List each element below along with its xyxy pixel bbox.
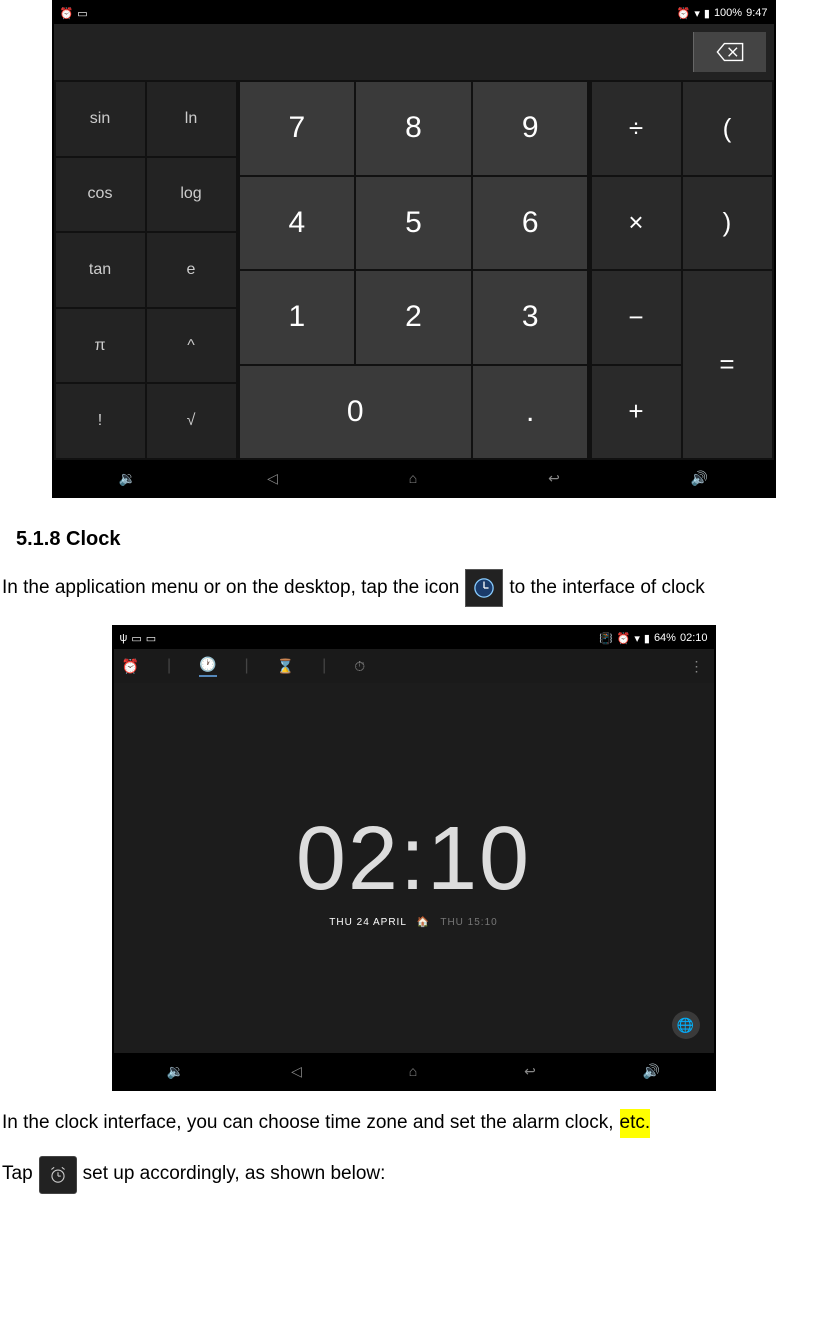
alarm-tab-icon[interactable]: ⏰ [122, 658, 139, 675]
nav-bar: 🔉 ◁ ⌂ ↩ 🔊 [54, 460, 774, 496]
secondary-time: THU 15:10 [440, 917, 497, 928]
clock-nav-bar: 🔉 ◁ ⌂ ↩ 🔊 [114, 1053, 714, 1089]
volume-down-icon[interactable]: 🔉 [119, 470, 136, 487]
sqrt-button[interactable]: √ [147, 384, 236, 458]
sd-icon: ▭ [131, 632, 141, 645]
para3-text-b: set up accordingly, as shown below: [83, 1160, 386, 1189]
clock-main: 02:10 THU 24 APRIL 🏠 THU 15:10 🌐 [114, 683, 714, 1053]
para2-highlight: etc. [620, 1109, 651, 1138]
menu-icon[interactable]: ⋮ [690, 658, 704, 675]
paragraph-3: Tap set up accordingly, as shown below: [2, 1156, 825, 1194]
power-button[interactable]: ^ [147, 309, 236, 383]
volume-up-icon[interactable]: 🔊 [643, 1063, 660, 1080]
status-time: 9:47 [746, 7, 767, 19]
paragraph-2: In the clock interface, you can choose t… [2, 1109, 825, 1138]
digit-7[interactable]: 7 [240, 82, 355, 175]
stopwatch-tab-icon[interactable]: ⏱ [354, 658, 365, 675]
divide-button[interactable]: ÷ [592, 82, 681, 175]
e-button[interactable]: e [147, 233, 236, 307]
home-nav-icon[interactable]: ⌂ [409, 470, 417, 486]
sin-button[interactable]: sin [56, 82, 145, 156]
subtract-button[interactable]: − [592, 271, 681, 364]
para2-text: In the clock interface, you can choose t… [2, 1109, 614, 1138]
decimal-point[interactable]: . [473, 366, 588, 459]
digit-6[interactable]: 6 [473, 177, 588, 270]
log-button[interactable]: log [147, 158, 236, 232]
recent-nav-icon[interactable]: ↩ [548, 470, 560, 487]
volume-up-icon[interactable]: 🔊 [691, 470, 708, 487]
clock-big-time: 02:10 [296, 808, 531, 911]
recent-nav-icon[interactable]: ↩ [524, 1063, 536, 1080]
factorial-button[interactable]: ! [56, 384, 145, 458]
alarm-status-icon: ⏰ [60, 7, 74, 20]
vibrate-icon: 📳 [599, 632, 613, 645]
clock-status-bar: ψ ▭ ▭ 📳 ⏰ ▾ ▮ 64% 02:10 [114, 627, 714, 649]
digit-2[interactable]: 2 [356, 271, 471, 364]
battery-icon: ▮ [644, 632, 650, 645]
cos-button[interactable]: cos [56, 158, 145, 232]
para1-text-b: to the interface of clock [509, 574, 704, 603]
wifi-icon: ▾ [634, 632, 640, 645]
digit-0[interactable]: 0 [240, 366, 471, 459]
battery-percent: 64% [654, 632, 676, 644]
back-nav-icon[interactable]: ◁ [291, 1063, 302, 1080]
clock-app-icon [465, 569, 503, 607]
world-clock-button[interactable]: 🌐 [672, 1011, 700, 1039]
battery-icon: ▮ [704, 7, 710, 20]
ln-button[interactable]: ln [147, 82, 236, 156]
backspace-button[interactable] [693, 32, 766, 72]
digit-9[interactable]: 9 [473, 82, 588, 175]
wifi-icon: ▾ [694, 7, 700, 20]
left-paren-button[interactable]: ( [683, 82, 772, 175]
status-bar: ⏰ ▭ ⏰ ▾ ▮ 100% 9:47 [54, 2, 774, 24]
tan-button[interactable]: tan [56, 233, 145, 307]
calculator-screenshot: ⏰ ▭ ⏰ ▾ ▮ 100% 9:47 sin ln cos log tan [52, 0, 776, 498]
para1-text-a: In the application menu or on the deskto… [2, 574, 459, 603]
notification-icon: ▭ [146, 632, 156, 645]
timer-tab-icon[interactable]: ⌛ [277, 658, 294, 675]
clock-screenshot: ψ ▭ ▭ 📳 ⏰ ▾ ▮ 64% 02:10 ⏰ | 🕐 | ⌛ | ⏱ ⋮ [112, 625, 716, 1091]
usb-icon: ψ [120, 632, 128, 644]
clock-tab-icon[interactable]: 🕐 [199, 656, 216, 677]
digit-4[interactable]: 4 [240, 177, 355, 270]
number-pad: 7 8 9 4 5 6 1 2 3 0 . [238, 80, 590, 460]
volume-down-icon[interactable]: 🔉 [167, 1063, 184, 1080]
digit-5[interactable]: 5 [356, 177, 471, 270]
alarm-icon: ⏰ [677, 7, 691, 20]
add-button[interactable]: + [592, 366, 681, 459]
para3-text-a: Tap [2, 1160, 33, 1189]
alarm-clock-icon [39, 1156, 77, 1194]
function-panel: sin ln cos log tan e π ^ ! √ [54, 80, 238, 460]
home-nav-icon[interactable]: ⌂ [409, 1063, 417, 1079]
clock-tabs: ⏰ | 🕐 | ⌛ | ⏱ ⋮ [114, 649, 714, 683]
home-icon: 🏠 [417, 917, 430, 928]
battery-percent: 100% [714, 7, 742, 19]
status-time: 02:10 [680, 632, 708, 644]
paragraph-1: In the application menu or on the deskto… [2, 569, 825, 607]
calculator-display [54, 24, 774, 80]
digit-3[interactable]: 3 [473, 271, 588, 364]
section-heading: 5.1.8 Clock [16, 528, 827, 551]
alarm-icon: ⏰ [617, 632, 631, 645]
back-nav-icon[interactable]: ◁ [267, 470, 278, 487]
multiply-button[interactable]: × [592, 177, 681, 270]
clock-date: THU 24 APRIL [329, 917, 407, 928]
digit-8[interactable]: 8 [356, 82, 471, 175]
notification-icon: ▭ [77, 7, 87, 20]
equals-button[interactable]: = [683, 271, 772, 458]
operator-panel: ÷ ( × ) − = + [590, 80, 774, 460]
digit-1[interactable]: 1 [240, 271, 355, 364]
right-paren-button[interactable]: ) [683, 177, 772, 270]
pi-button[interactable]: π [56, 309, 145, 383]
